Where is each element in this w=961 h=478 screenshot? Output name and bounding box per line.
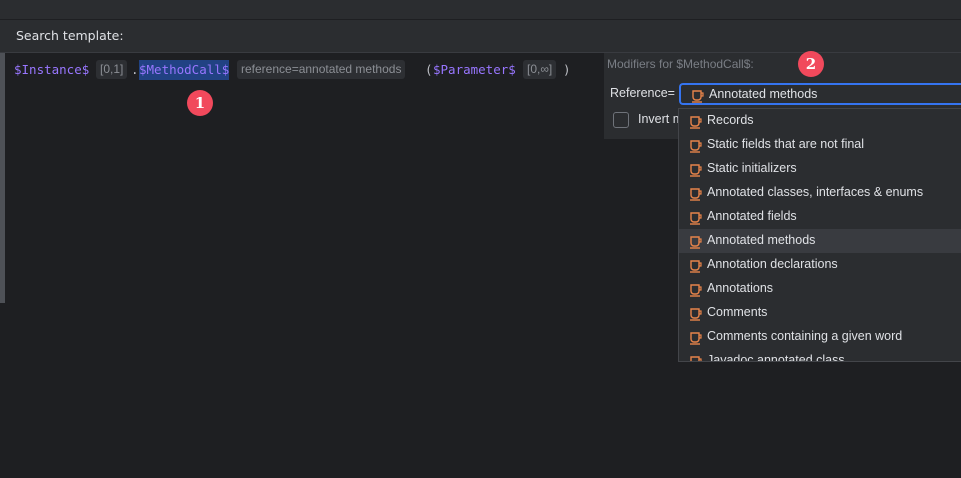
dropdown-item-label: Comments bbox=[707, 305, 768, 319]
dropdown-item-javadoc-annotated-class[interactable]: Javadoc annotated class bbox=[679, 349, 961, 362]
reference-dropdown-list[interactable]: Records Static fields that are not final… bbox=[678, 108, 961, 362]
dropdown-item-label: Static fields that are not final bbox=[707, 137, 865, 151]
cup-icon bbox=[689, 234, 703, 253]
parameter-variable[interactable]: $Parameter$ bbox=[433, 60, 516, 80]
method-reference-hint[interactable]: reference=annotated methods bbox=[237, 60, 406, 79]
cup-icon bbox=[689, 282, 703, 301]
dropdown-item-label: Annotations bbox=[707, 281, 774, 295]
reference-combobox[interactable]: Annotated methods bbox=[679, 83, 961, 105]
dropdown-item-label: Annotated classes, interfaces & enums bbox=[707, 185, 924, 199]
close-paren: ) bbox=[563, 62, 571, 77]
parameter-count-hint[interactable]: [0,∞] bbox=[523, 60, 557, 79]
invert-label: Invert m bbox=[638, 112, 684, 126]
dropdown-item-annotation-declarations[interactable]: Annotation declarations bbox=[679, 253, 961, 277]
dropdown-item-label: Comments containing a given word bbox=[707, 329, 903, 343]
dropdown-item-label: Records bbox=[707, 113, 754, 127]
dropdown-item-static-fields-not-final[interactable]: Static fields that are not final bbox=[679, 133, 961, 157]
dropdown-item-label: Annotated fields bbox=[707, 209, 797, 223]
dropdown-item-comments-containing-word[interactable]: Comments containing a given word bbox=[679, 325, 961, 349]
cup-icon bbox=[689, 138, 703, 157]
step-badge-2: 2 bbox=[798, 51, 824, 77]
window-top-bar bbox=[0, 0, 961, 20]
dropdown-item-annotated-methods[interactable]: Annotated methods bbox=[679, 229, 961, 253]
dropdown-item-label: Static initializers bbox=[707, 161, 797, 175]
instance-count-hint[interactable]: [0,1] bbox=[96, 60, 128, 79]
dropdown-item-label: Annotation declarations bbox=[707, 257, 838, 271]
step-badge-1: 1 bbox=[187, 90, 213, 116]
dropdown-item-comments[interactable]: Comments bbox=[679, 301, 961, 325]
search-template-label: Search template: bbox=[16, 28, 124, 43]
instance-variable[interactable]: $Instance$ bbox=[14, 60, 89, 80]
cup-icon bbox=[689, 306, 703, 325]
dropdown-item-label: Javadoc annotated class bbox=[707, 353, 845, 362]
reference-label: Reference= bbox=[610, 86, 675, 100]
cup-icon bbox=[689, 162, 703, 181]
cup-icon bbox=[689, 210, 703, 229]
open-paren: ( bbox=[425, 62, 433, 77]
search-template-header: Search template: bbox=[0, 20, 961, 53]
modifiers-title: Modifiers for $MethodCall$: bbox=[607, 57, 754, 71]
dropdown-item-annotated-classes[interactable]: Annotated classes, interfaces & enums bbox=[679, 181, 961, 205]
method-call-variable[interactable]: $MethodCall$ bbox=[139, 60, 230, 80]
dropdown-item-records[interactable]: Records bbox=[679, 109, 961, 133]
cup-icon bbox=[689, 354, 703, 361]
dot-separator: . bbox=[131, 62, 139, 77]
cup-icon bbox=[689, 258, 703, 277]
cup-icon bbox=[689, 330, 703, 349]
dropdown-item-label: Annotated methods bbox=[707, 233, 816, 247]
cup-icon bbox=[691, 88, 705, 107]
reference-combobox-value: Annotated methods bbox=[709, 87, 818, 101]
editor-scrollbar[interactable] bbox=[0, 53, 5, 303]
dropdown-item-static-initializers[interactable]: Static initializers bbox=[679, 157, 961, 181]
invert-checkbox[interactable] bbox=[613, 112, 629, 128]
cup-icon bbox=[689, 186, 703, 205]
dropdown-item-annotated-fields[interactable]: Annotated fields bbox=[679, 205, 961, 229]
dropdown-item-annotations[interactable]: Annotations bbox=[679, 277, 961, 301]
cup-icon bbox=[689, 114, 703, 133]
